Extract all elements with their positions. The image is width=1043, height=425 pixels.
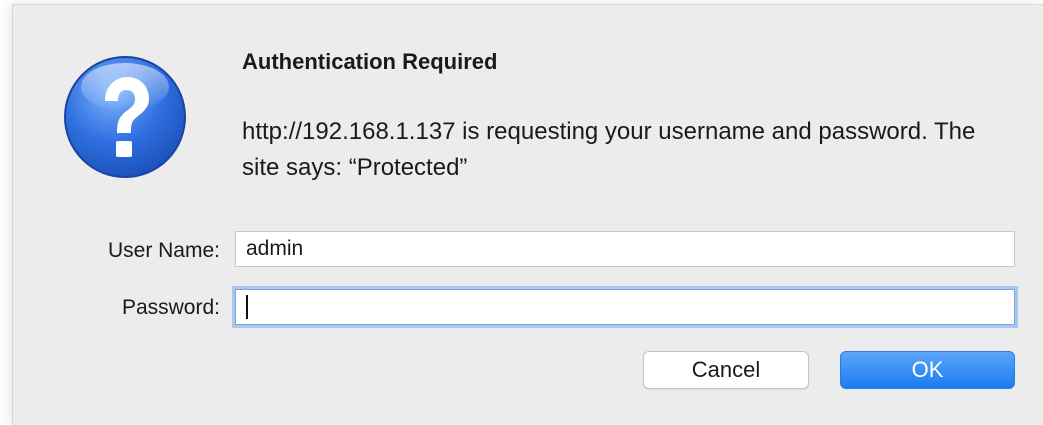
dialog-title: Authentication Required: [242, 49, 498, 74]
password-label: Password:: [121, 296, 220, 319]
auth-dialog: Authentication Required http://192.168.1…: [12, 4, 1043, 425]
cancel-button[interactable]: Cancel: [643, 351, 809, 389]
password-field[interactable]: [235, 289, 1015, 325]
question-icon: [61, 53, 189, 181]
username-field[interactable]: [235, 231, 1015, 267]
dialog-message: http://192.168.1.137 is requesting your …: [242, 118, 976, 181]
username-label: User Name:: [107, 239, 220, 262]
ok-button[interactable]: OK: [840, 351, 1015, 389]
text-caret: [246, 295, 248, 319]
